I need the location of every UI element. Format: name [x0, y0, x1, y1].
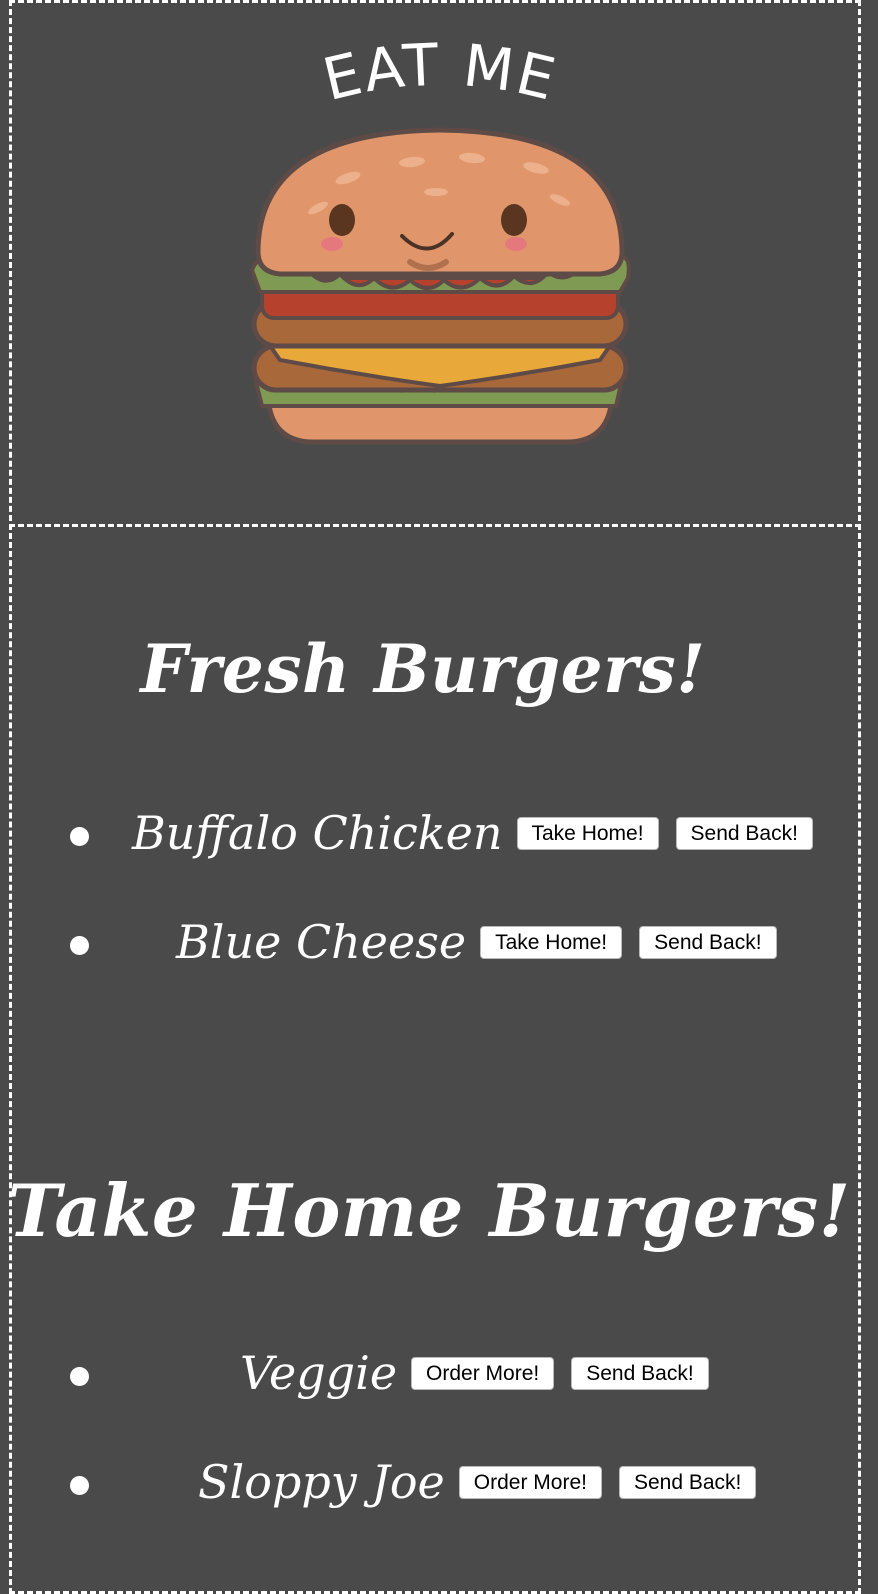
list-bullet — [70, 936, 89, 955]
list-bullet — [70, 1367, 89, 1386]
fresh-burger-row: Buffalo Chicken Take Home! Send Back! — [132, 806, 830, 860]
eat-me-burger-logo: EAT ME — [249, 31, 631, 445]
send-back-button[interactable]: Send Back! — [618, 1465, 757, 1499]
left-eye — [329, 204, 355, 236]
send-back-button[interactable]: Send Back! — [675, 816, 813, 850]
logo-text: EAT ME — [317, 31, 564, 114]
right-eye — [501, 204, 527, 236]
take-home-burgers-title: Take Home Burgers! — [7, 1168, 851, 1253]
order-more-button[interactable]: Order More! — [411, 1356, 555, 1390]
send-back-button[interactable]: Send Back! — [571, 1356, 709, 1390]
take-home-button[interactable]: Take Home! — [516, 816, 659, 850]
take-home-burger-row: Veggie Order More! Send Back! — [240, 1346, 726, 1400]
right-cheek — [505, 237, 527, 251]
list-bullet — [70, 1476, 89, 1495]
left-cheek — [321, 237, 343, 251]
take-home-button[interactable]: Take Home! — [480, 925, 623, 959]
fresh-burgers-title: Fresh Burgers! — [140, 630, 706, 708]
burger-name: Veggie — [240, 1346, 398, 1400]
burger-name: Buffalo Chicken — [132, 806, 503, 860]
burger-name: Sloppy Joe — [198, 1455, 445, 1509]
order-more-button[interactable]: Order More! — [458, 1465, 602, 1499]
take-home-burger-row: Sloppy Joe Order More! Send Back! — [198, 1455, 773, 1509]
list-bullet — [70, 827, 89, 846]
fresh-burger-row: Blue Cheese Take Home! Send Back! — [176, 915, 794, 969]
burger-name: Blue Cheese — [176, 915, 467, 969]
send-back-button[interactable]: Send Back! — [639, 925, 777, 959]
